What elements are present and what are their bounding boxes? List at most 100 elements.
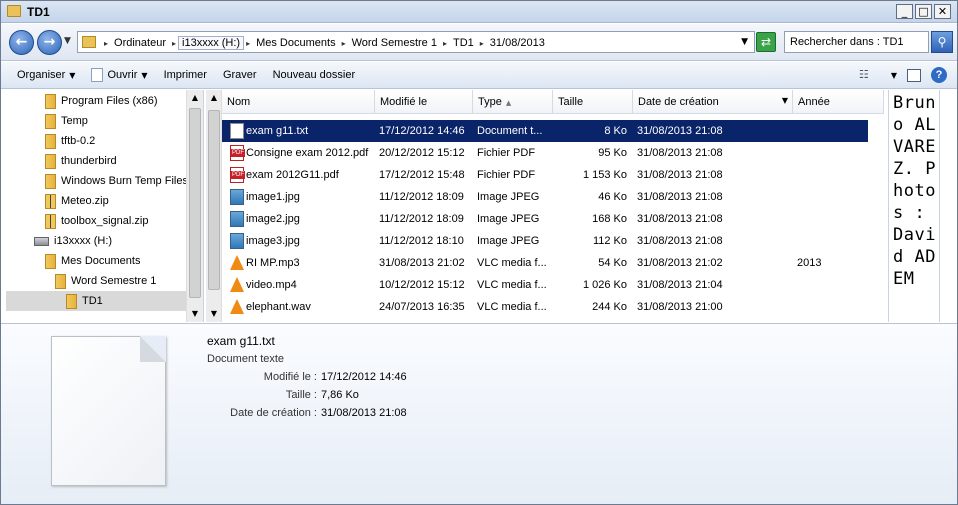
maximize-button[interactable]: □ <box>915 4 932 19</box>
tree-item-label: thunderbird <box>61 155 117 167</box>
chevron-right-icon[interactable]: ▸ <box>478 39 486 48</box>
table-row[interactable]: image3.jpg 11/12/2012 18:10 Image JPEG 112 … <box>222 230 868 252</box>
details-created: Date de création :31/08/2013 21:08 <box>207 407 447 419</box>
folder-icon <box>45 173 56 189</box>
cell-type: VLC media f... <box>477 257 547 269</box>
cell-year <box>797 208 857 230</box>
cell-modified: 11/12/2012 18:09 <box>379 213 464 225</box>
organize-button[interactable]: Organiser ▼ <box>1 69 83 81</box>
forward-button[interactable]: → <box>37 30 62 55</box>
table-row[interactable]: image2.jpg 11/12/2012 18:09 Image JPEG 168 … <box>222 208 868 230</box>
address-bar[interactable]: ▸ Ordinateur ▸ i13xxxx (H:) ▸ Mes Docume… <box>77 31 755 53</box>
cell-year <box>797 186 857 208</box>
scroll-thumb[interactable] <box>189 108 201 298</box>
column-created[interactable]: Date de création ▼ <box>633 90 793 114</box>
details-size: Taille : 7,86 Ko <box>207 389 447 401</box>
breadcrumb: ▸ Ordinateur ▸ i13xxxx (H:) ▸ Mes Docume… <box>102 36 549 50</box>
breadcrumb-ordinateur[interactable]: Ordinateur <box>110 37 170 49</box>
details-label: Date de création : <box>230 407 317 419</box>
scroll-down-icon[interactable]: ▼ <box>206 306 222 322</box>
tree-item-toolbox-zip[interactable]: toolbox_signal.zip <box>45 211 148 231</box>
recent-pages-dropdown[interactable]: ▼ <box>64 36 71 46</box>
breadcrumb-drive[interactable]: i13xxxx (H:) <box>178 36 245 50</box>
chevron-right-icon[interactable]: ▸ <box>340 39 348 48</box>
breadcrumb-word-semestre[interactable]: Word Semestre 1 <box>348 37 441 49</box>
chevron-right-icon[interactable]: ▸ <box>102 39 110 48</box>
table-row[interactable]: exam 2012G11.pdf 17/12/2012 15:48 Fichier … <box>222 164 868 186</box>
tree-item-mes-documents[interactable]: Mes Documents <box>45 251 140 271</box>
breadcrumb-td1[interactable]: TD1 <box>449 37 478 49</box>
folder-icon <box>82 36 96 48</box>
table-row[interactable]: image1.jpg 11/12/2012 18:09 Image JPEG 46 K… <box>222 186 868 208</box>
nav-scrollbar[interactable]: ▲ ▼ <box>186 90 203 322</box>
image-file-icon <box>230 233 244 249</box>
breadcrumb-date[interactable]: 31/08/2013 <box>486 37 549 49</box>
cell-modified: 11/12/2012 18:10 <box>379 235 464 247</box>
table-row[interactable]: RI MP.mp3 31/08/2013 21:02 VLC media f... 5… <box>222 252 868 274</box>
tree-item-tftb[interactable]: tftb-0.2 <box>45 131 95 151</box>
tree-item-word-semestre[interactable]: Word Semestre 1 <box>55 271 156 291</box>
cell-size: 112 Ko <box>592 235 627 247</box>
scroll-thumb[interactable] <box>208 110 220 290</box>
column-name[interactable]: Nom <box>222 90 375 114</box>
cell-modified: 11/12/2012 18:09 <box>379 191 464 203</box>
column-modified[interactable]: Modifié le <box>375 90 473 114</box>
open-button[interactable]: Ouvrir ▼ <box>83 68 155 82</box>
tree-item-drive-h[interactable]: i13xxxx (H:) <box>34 231 112 251</box>
table-row[interactable]: exam g11.txt 17/12/2012 14:46 Document t..… <box>222 120 868 142</box>
folder-icon <box>55 273 66 289</box>
details-value[interactable]: 31/08/2013 21:08 <box>317 407 407 419</box>
scroll-up-icon[interactable]: ▲ <box>187 90 203 106</box>
cell-modified: 20/12/2012 15:12 <box>379 147 465 159</box>
chevron-right-icon[interactable]: ▸ <box>170 39 178 48</box>
new-folder-button[interactable]: Nouveau dossier <box>265 69 364 81</box>
burn-button[interactable]: Graver <box>215 69 265 81</box>
cell-name: Consigne exam 2012.pdf <box>246 147 369 159</box>
column-type[interactable]: Type ▲ <box>473 90 553 114</box>
refresh-button[interactable]: ⇄ <box>756 32 776 52</box>
tree-item-td1[interactable]: TD1 <box>6 291 187 311</box>
details-file-type: Document texte <box>207 353 285 365</box>
folder-icon <box>45 133 56 149</box>
chevron-right-icon[interactable]: ▸ <box>441 39 449 48</box>
breadcrumb-mes-documents[interactable]: Mes Documents <box>252 37 339 49</box>
cell-name: elephant.wav <box>246 301 311 313</box>
table-row[interactable]: Consigne exam 2012.pdf 20/12/2012 15:12 Fi… <box>222 142 868 164</box>
table-row[interactable]: elephant.wav 24/07/2013 16:35 VLC media f.… <box>222 296 868 318</box>
chevron-down-icon[interactable]: ▼ <box>891 71 897 80</box>
chevron-down-icon: ▼ <box>69 70 76 80</box>
preview-scrollbar[interactable] <box>941 90 957 322</box>
view-options-icon[interactable]: ☷ <box>859 68 881 82</box>
tree-item-program-files[interactable]: Program Files (x86) <box>45 91 158 111</box>
open-label: Ouvrir <box>107 69 138 81</box>
cell-name: video.mp4 <box>246 279 297 291</box>
tree-item-label: Temp <box>61 115 88 127</box>
tree-item-meteo-zip[interactable]: Meteo.zip <box>45 191 109 211</box>
cell-size: 46 Ko <box>598 191 627 203</box>
cell-created: 31/08/2013 21:08 <box>637 235 723 247</box>
chevron-down-icon[interactable]: ▼ <box>782 96 788 105</box>
column-size[interactable]: Taille <box>553 90 633 114</box>
cell-size: 54 Ko <box>598 257 627 269</box>
tree-item-thunderbird[interactable]: thunderbird <box>45 151 117 171</box>
details-value[interactable]: 17/12/2012 14:46 <box>317 371 407 383</box>
search-icon[interactable]: ⚲ <box>931 31 953 53</box>
list-scrollbar[interactable]: ▲ ▼ <box>206 90 222 322</box>
help-icon[interactable]: ? <box>931 67 947 83</box>
column-year[interactable]: Année <box>793 90 884 114</box>
minimize-button[interactable]: _ <box>896 4 913 19</box>
scroll-up-icon[interactable]: ▲ <box>206 90 222 106</box>
print-button[interactable]: Imprimer <box>156 69 215 81</box>
tree-item-windows-burn[interactable]: Windows Burn Temp Files <box>45 171 188 191</box>
back-button[interactable]: ← <box>9 30 34 55</box>
details-value: 7,86 Ko <box>321 389 359 401</box>
preview-pane-icon[interactable] <box>907 68 921 82</box>
scroll-down-icon[interactable]: ▼ <box>187 306 203 322</box>
chevron-right-icon[interactable]: ▸ <box>244 39 252 48</box>
cell-type: VLC media f... <box>477 301 547 313</box>
close-button[interactable]: ✕ <box>934 4 951 19</box>
search-input[interactable]: Rechercher dans : TD1 <box>784 31 929 53</box>
address-dropdown[interactable]: ▼ <box>741 37 748 47</box>
table-row[interactable]: video.mp4 10/12/2012 15:12 VLC media f... 1… <box>222 274 868 296</box>
tree-item-temp[interactable]: Temp <box>45 111 88 131</box>
